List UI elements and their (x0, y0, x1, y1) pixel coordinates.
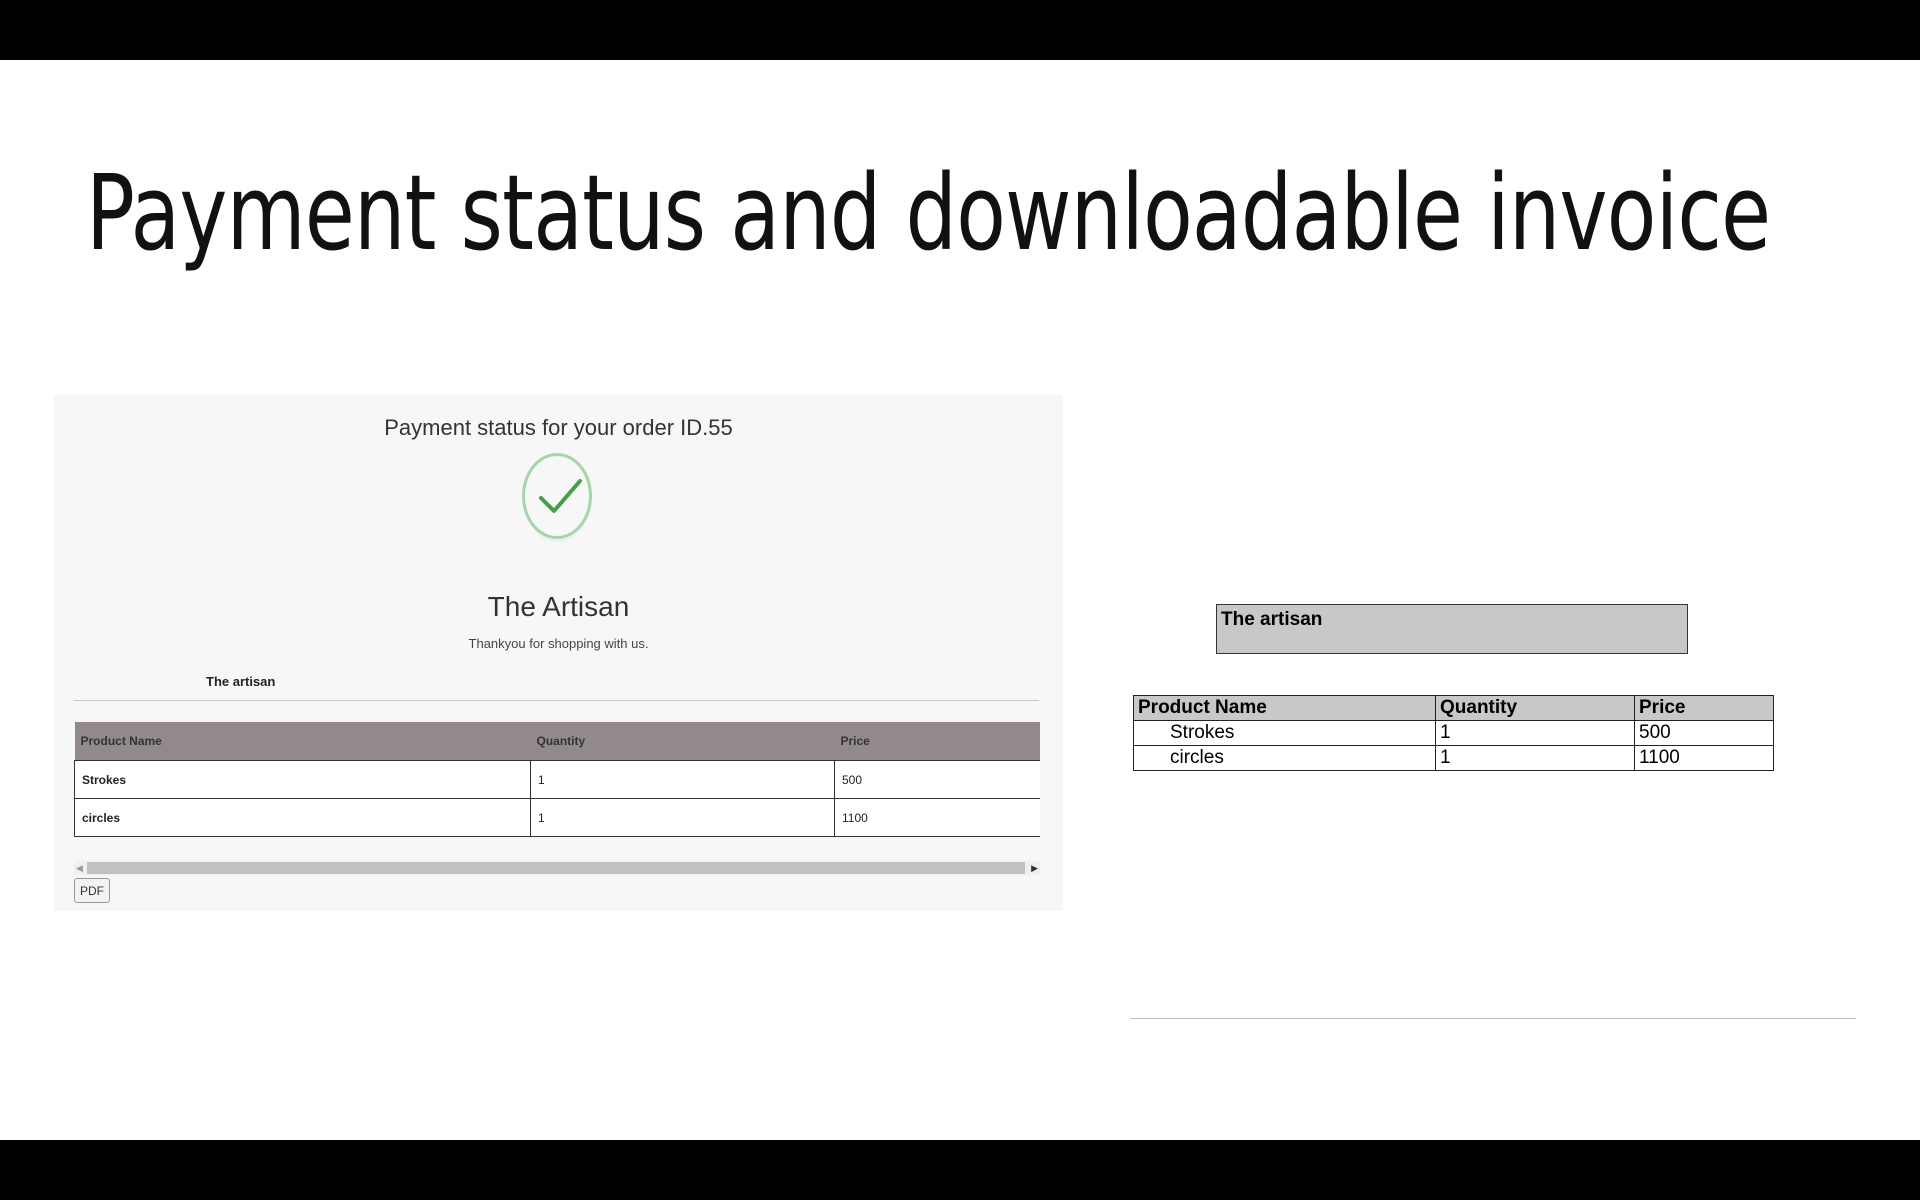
top-letterbox-bar (0, 0, 1920, 60)
scroll-right-arrow-icon[interactable]: ▶ (1031, 861, 1038, 875)
pdf-invoice-table: Product Name Quantity Price Strokes 1 50… (1133, 695, 1774, 771)
column-header-product-name: Product Name (74, 722, 531, 761)
column-header-quantity: Quantity (530, 722, 835, 761)
order-items-table: Product Name Quantity Price Strokes 1 50… (74, 722, 1040, 837)
scrollbar-thumb[interactable] (87, 862, 1025, 874)
pdf-cell-product-name: circles (1133, 745, 1436, 771)
check-circle-icon (522, 453, 592, 539)
cell-price: 1100 (834, 798, 1040, 837)
pdf-column-header-quantity: Quantity (1435, 695, 1635, 721)
pdf-cell-quantity: 1 (1435, 745, 1635, 771)
table-row: circles 1 1100 (74, 798, 1040, 837)
pdf-divider (1130, 1018, 1856, 1019)
column-header-price: Price (834, 722, 1040, 761)
pdf-table-row: circles 1 1100 (1133, 745, 1774, 771)
cell-price: 500 (834, 760, 1040, 799)
pdf-column-header-price: Price (1634, 695, 1774, 721)
pdf-table-header-row: Product Name Quantity Price (1133, 695, 1774, 721)
cell-quantity: 1 (530, 760, 835, 799)
table-header-row: Product Name Quantity Price (74, 722, 1040, 761)
thank-you-text: Thankyou for shopping with us. (468, 636, 649, 651)
pdf-table-row: Strokes 1 500 (1133, 720, 1774, 746)
cell-product-name: Strokes (74, 760, 531, 799)
pdf-cell-price: 500 (1634, 720, 1774, 746)
shop-name-heading: The Artisan (487, 591, 630, 622)
pdf-cell-product-name: Strokes (1133, 720, 1436, 746)
pdf-cell-quantity: 1 (1435, 720, 1635, 746)
pdf-invoice-header: The artisan (1216, 604, 1688, 654)
payment-status-screenshot: Payment status for your order ID.55 The … (54, 395, 1063, 911)
slide-title: Payment status and downloadable invoice (86, 152, 1771, 274)
checkmark-icon (539, 479, 582, 513)
pdf-cell-price: 1100 (1634, 745, 1774, 771)
invoice-shop-label: The artisan (206, 674, 276, 689)
payment-status-title: Payment status for your order ID.55 (384, 415, 733, 440)
pdf-column-header-product-name: Product Name (1133, 695, 1436, 721)
table-row: Strokes 1 500 (74, 760, 1040, 799)
divider (74, 700, 1039, 701)
horizontal-scrollbar[interactable]: ◀ ▶ (74, 861, 1040, 875)
cell-product-name: circles (74, 798, 531, 837)
cell-quantity: 1 (530, 798, 835, 837)
pdf-download-button[interactable]: PDF (74, 878, 110, 903)
scroll-left-arrow-icon[interactable]: ◀ (76, 861, 83, 875)
bottom-letterbox-bar (0, 1140, 1920, 1200)
